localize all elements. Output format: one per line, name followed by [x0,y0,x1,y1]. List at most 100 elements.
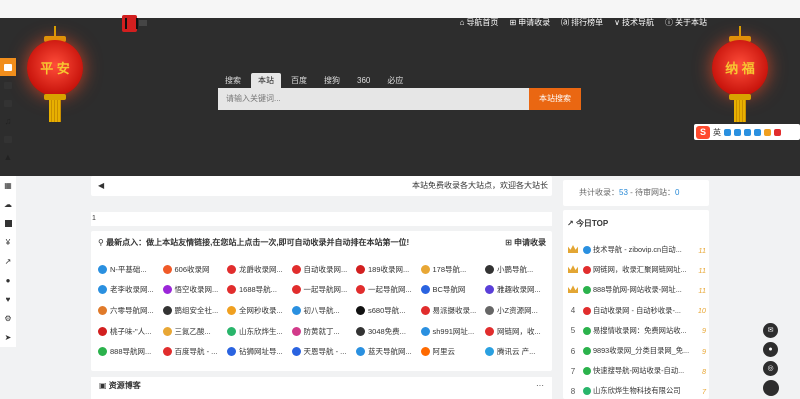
more-icon[interactable] [774,128,781,136]
more-button[interactable]: ··· [536,377,544,395]
link-item[interactable]: 网链网，收... [485,321,550,342]
nav-submit[interactable]: ⊞ 申请收录 [509,17,550,28]
link-item[interactable]: sh991网址... [420,321,486,342]
music-icon[interactable]: ♫ [0,112,16,130]
skin-icon[interactable] [754,128,761,136]
grid-icon[interactable]: ▦ [0,176,16,195]
tab-search[interactable]: 搜索 [218,73,248,88]
link-item[interactable]: 山东欣烨生... [227,321,292,342]
top-row[interactable]: 技术导航 - zibovip.cn自动... 11 [566,240,706,260]
file-icon[interactable] [0,214,16,233]
back-to-top-button[interactable] [763,380,779,396]
link-item[interactable]: 鹏组安全社... [162,300,228,321]
link-item[interactable]: 小鹏导航... [485,259,550,280]
link-name: 小鹏导航... [497,264,534,274]
link-item[interactable]: 小Z资源网... [485,300,550,321]
link-item[interactable]: 606收录网 [162,259,228,280]
link-item[interactable]: 蓝天导航网... [356,341,421,362]
site-favicon-icon [227,285,236,295]
link-item[interactable]: 自动收录网... [291,259,357,280]
heartbeat-icon[interactable]: ♥ [0,290,16,309]
chat-icon[interactable]: ● [763,342,778,357]
shop-icon[interactable] [0,76,16,94]
link-item[interactable]: 防黄就丁... [291,321,357,342]
link-item[interactable]: 百度导航 - ... [162,341,228,362]
link-item[interactable]: 一起导航网... [356,280,421,301]
link-item[interactable]: 易派摄收录... [420,300,486,321]
nav-about[interactable]: ⓘ 关于本站 [665,17,707,28]
link-item[interactable]: 初八导航... [291,300,357,321]
link-item[interactable]: 888导航网... [98,341,163,362]
top-row[interactable]: 网链网，收录汇聚网链网址... 11 [566,260,706,280]
link-item[interactable]: 天恩导航 - ... [291,341,357,362]
link-item[interactable]: 3048免费... [356,321,421,342]
link-item[interactable]: 阿里云 [420,341,486,362]
link-item[interactable]: N-平基础... [98,259,163,280]
top-site-name: 易搜情收录网：免费网站收... [593,325,687,335]
link-name: 山东欣烨生... [239,326,283,336]
request-inclusion-link[interactable]: ⊞ 申请收录 [505,237,546,248]
thumbs-up-icon[interactable] [0,58,16,76]
punct-icon[interactable] [724,128,731,136]
link-name: 606收录网 [174,264,210,274]
top-row[interactable]: 4 自动收录网 - 自动秒收录-... 10 [566,301,706,321]
top-row[interactable]: 6 9893收录网_分类目录网_免... 9 [566,341,706,361]
link-item[interactable]: 钻狮网址导... [227,341,292,362]
site-favicon-icon [356,285,365,295]
link-item[interactable]: 腾讯云 产... [485,341,550,362]
keyboard-icon[interactable] [744,128,751,136]
wechat-icon[interactable]: ◎ [763,361,778,376]
link-item[interactable]: 三氮乙酸... [162,321,228,342]
settings-icon[interactable]: ⚙ [0,309,16,328]
circle-icon[interactable]: ● [0,271,16,290]
site-logo[interactable] [122,14,148,32]
top-row[interactable]: 8 山东欣烨生物科技有限公司 7 [566,381,706,399]
link-item[interactable]: 雅趣收录网... [485,280,550,301]
tab-360[interactable]: 360 [350,73,377,88]
link-item[interactable]: 六零导航网... [98,300,163,321]
send-icon[interactable]: ➤ [0,328,16,347]
site-favicon-icon [583,347,591,355]
chart-icon[interactable]: ↗ [0,252,16,271]
nav-tech[interactable]: ∨ 技术导航 [614,17,654,28]
search-button[interactable]: 本站搜索 [529,88,581,110]
toolbox-icon[interactable] [764,128,771,136]
nav-ranking[interactable]: ⒜ 排行榜单 [561,17,603,28]
video-icon[interactable] [0,94,16,112]
link-item[interactable]: 1688导航... [227,280,292,301]
site-favicon-icon [356,347,365,357]
site-favicon-icon [583,266,591,275]
notice-text: 本站免费收录各大站点，欢迎各大站长 [412,181,548,190]
tab-bing[interactable]: 必应 [380,73,410,88]
tab-sogou[interactable]: 搜狗 [317,73,347,88]
tab-baidu[interactable]: 百度 [284,73,314,88]
top-row[interactable]: 888导航网-网站收录-网址... 11 [566,280,706,300]
yen-icon[interactable]: ¥ [0,233,16,252]
tab-site[interactable]: 本站 [251,73,281,88]
mic-icon[interactable] [734,128,741,136]
search-input[interactable]: 请输入关键词... [218,88,529,110]
link-item[interactable]: 龙爵收录网... [227,259,292,280]
top-site-name: 888导航网-网站收录-网址... [593,285,682,295]
link-name: 腾讯云 产... [497,347,536,357]
link-item[interactable]: BC导航网 [420,280,486,301]
share-icon[interactable] [0,130,16,148]
graduation-cap-icon[interactable]: ▲ [0,148,16,166]
top-row[interactable]: 5 易搜情收录网：免费网站收... 9 [566,321,706,341]
nav-home[interactable]: ⌂ 导航首页 [460,17,499,28]
link-item[interactable]: 桃子味-"人... [98,321,163,342]
site-favicon-icon [485,285,494,295]
link-item[interactable]: 一起导航网... [291,280,357,301]
mail-icon[interactable]: ✉ [763,323,778,338]
link-item[interactable]: 老李收录网... [98,280,163,301]
site-favicon-icon [227,347,236,357]
sogou-ime-toolbar[interactable]: S 英 [694,124,800,140]
link-item[interactable]: 178导航... [420,259,486,280]
link-item[interactable]: s680导航... [356,300,421,321]
cloud-icon[interactable]: ☁ [0,195,16,214]
link-item[interactable]: 悟空收录网... [162,280,228,301]
top-row[interactable]: 7 快速搜导航-网站收录-自动... 8 [566,361,706,381]
link-name: BC导航网 [432,285,466,295]
link-item[interactable]: 189收录网... [356,259,421,280]
link-item[interactable]: 全网秒收录... [227,300,292,321]
